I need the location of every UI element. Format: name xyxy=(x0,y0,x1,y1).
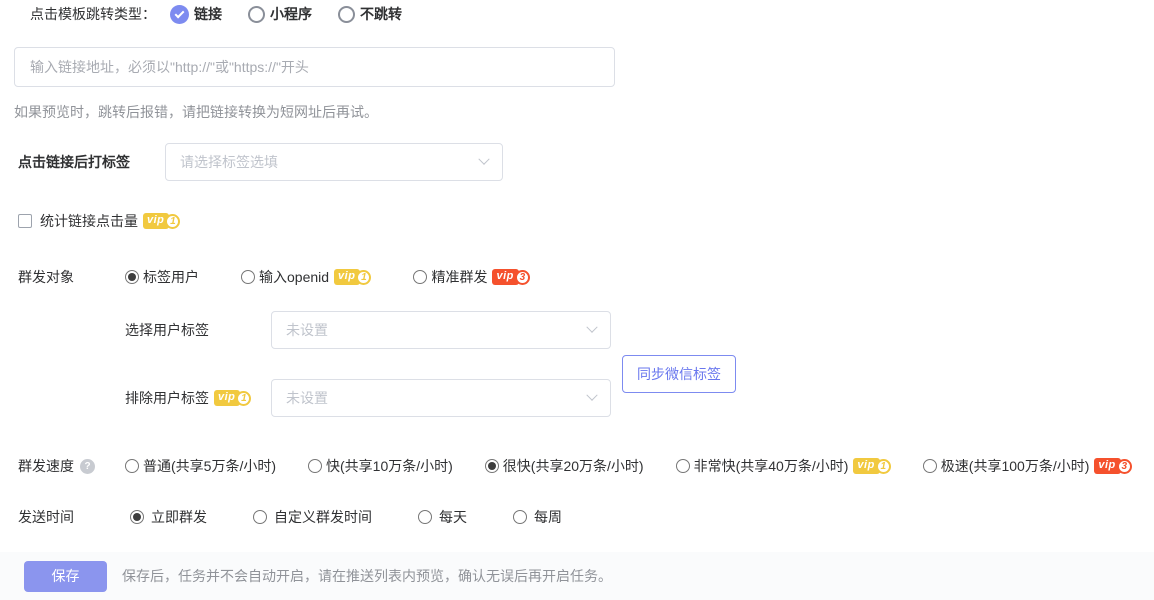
url-hint-text: 如果预览时，跳转后报错，请把链接转换为短网址后再试。 xyxy=(14,104,378,120)
time-option-custom[interactable]: 自定义群发时间 xyxy=(253,507,372,527)
chevron-down-icon xyxy=(478,153,490,165)
time-option-immediate[interactable]: 立即群发 xyxy=(130,507,207,527)
jump-type-option-miniprogram-label: 小程序 xyxy=(270,6,312,22)
radio-unchecked-icon xyxy=(338,5,355,23)
speed-option-super-fast[interactable]: 非常快(共享40万条/小时) vip 1 xyxy=(675,456,891,476)
audience-option-openid[interactable]: 输入openid vip 1 xyxy=(241,267,372,287)
time-option-daily[interactable]: 每天 xyxy=(418,507,467,527)
time-option-custom-label: 自定义群发时间 xyxy=(274,509,372,525)
speed-option-extreme[interactable]: 极速(共享100万条/小时) vip 3 xyxy=(922,456,1132,476)
audience-option-precise[interactable]: 精准群发 vip 3 xyxy=(413,267,530,287)
vip1-badge: vip 1 xyxy=(143,213,181,229)
speed-option-extreme-label: 极速(共享100万条/小时) xyxy=(940,458,1090,474)
audience-option-tag-users[interactable]: 标签用户 xyxy=(125,267,199,287)
jump-type-row: 点击模板跳转类型： 链接 小程序 不跳转 xyxy=(0,0,1154,24)
send-time-label: 发送时间 xyxy=(18,509,74,525)
footer-bar: 保存 保存后，任务并不会自动开启，请在推送列表内预览，确认无误后再开启任务。 xyxy=(0,552,1154,600)
select-user-tag-row: 选择用户标签 未设置 xyxy=(0,311,1154,349)
time-option-daily-label: 每天 xyxy=(439,509,467,525)
audience-option-tag-users-label: 标签用户 xyxy=(143,269,199,285)
send-time-row: 发送时间 立即群发 自定义群发时间 每天 每周 xyxy=(0,507,1154,527)
audience-label: 群发对象 xyxy=(18,269,74,285)
speed-option-super-fast-label: 非常快(共享40万条/小时) xyxy=(693,458,849,474)
time-option-weekly[interactable]: 每周 xyxy=(513,507,562,527)
tag-after-click-select[interactable]: 请选择标签选填 xyxy=(165,143,503,181)
save-button[interactable]: 保存 xyxy=(24,560,107,592)
audience-option-precise-label: 精准群发 xyxy=(431,269,488,285)
exclude-user-tag-select[interactable]: 未设置 xyxy=(271,379,611,417)
radio-unchecked-icon xyxy=(513,510,527,524)
vip1-badge: vip 1 xyxy=(214,390,252,406)
select-user-tag-placeholder: 未设置 xyxy=(286,322,328,338)
tag-after-click-label: 点击链接后打标签 xyxy=(18,154,130,170)
time-option-immediate-label: 立即群发 xyxy=(151,509,207,525)
speed-option-very-fast-label: 很快(共享20万条/小时) xyxy=(502,458,644,474)
radio-unchecked-icon xyxy=(253,510,267,524)
send-speed-row: 群发速度 ? 普通(共享5万条/小时) 快(共享10万条/小时) 很快(共享20… xyxy=(0,456,1154,476)
radio-unchecked-icon xyxy=(418,510,432,524)
audience-row: 群发对象 标签用户 输入openid vip 1 精准群发 vip 3 xyxy=(0,267,1154,287)
chevron-down-icon xyxy=(586,321,598,333)
jump-type-option-link[interactable]: 链接 xyxy=(170,4,222,24)
exclude-user-tag-placeholder: 未设置 xyxy=(286,390,328,406)
send-speed-label: 群发速度 ? xyxy=(18,456,125,476)
radio-unchecked-icon xyxy=(241,270,255,284)
vip1-badge: vip 1 xyxy=(853,458,891,474)
speed-option-normal[interactable]: 普通(共享5万条/小时) xyxy=(125,456,276,476)
radio-checked-icon xyxy=(170,4,189,24)
radio-unchecked-icon xyxy=(248,5,265,23)
mass-send-config-form: 点击模板跳转类型： 链接 小程序 不跳转 如果预览时，跳转后报错，请把链接转换为… xyxy=(0,0,1154,600)
exclude-user-tag-row: 排除用户标签 vip 1 未设置 xyxy=(0,379,1154,417)
speed-option-fast-label: 快(共享10万条/小时) xyxy=(326,458,453,474)
select-user-tag-label: 选择用户标签 xyxy=(125,322,209,338)
jump-type-label: 点击模板跳转类型： xyxy=(30,6,156,22)
jump-type-option-link-label: 链接 xyxy=(194,6,222,22)
vip3-badge: vip 3 xyxy=(492,269,530,285)
radio-unchecked-icon xyxy=(413,270,428,284)
link-url-input[interactable] xyxy=(14,47,615,87)
radio-unchecked-icon xyxy=(675,459,690,473)
speed-option-fast[interactable]: 快(共享10万条/小时) xyxy=(308,456,453,476)
radio-unchecked-icon xyxy=(922,459,937,473)
vip3-badge: vip 3 xyxy=(1094,458,1132,474)
radio-checked-icon xyxy=(484,459,499,473)
radio-checked-icon xyxy=(130,510,144,524)
tag-after-click-placeholder: 请选择标签选填 xyxy=(180,154,278,170)
save-note-text: 保存后，任务并不会自动开启，请在推送列表内预览，确认无误后再开启任务。 xyxy=(122,568,612,584)
sync-wechat-tags-button[interactable]: 同步微信标签 xyxy=(622,355,736,393)
jump-type-option-nojump[interactable]: 不跳转 xyxy=(338,4,402,24)
audience-option-openid-label: 输入openid xyxy=(259,269,330,285)
jump-type-option-miniprogram[interactable]: 小程序 xyxy=(248,4,312,24)
exclude-user-tag-label-text: 排除用户标签 xyxy=(125,390,209,406)
help-icon[interactable]: ? xyxy=(80,458,95,474)
select-user-tag-select[interactable]: 未设置 xyxy=(271,311,611,349)
track-clicks-label: 统计链接点击量 xyxy=(40,213,138,229)
radio-unchecked-icon xyxy=(308,459,322,473)
exclude-user-tag-label: 排除用户标签 vip 1 xyxy=(125,388,271,408)
send-speed-label-text: 群发速度 xyxy=(18,458,74,474)
radio-unchecked-icon xyxy=(125,459,139,473)
time-option-weekly-label: 每周 xyxy=(534,509,562,525)
jump-type-option-nojump-label: 不跳转 xyxy=(360,6,402,22)
track-clicks-checkbox[interactable] xyxy=(18,214,32,228)
chevron-down-icon xyxy=(586,389,598,401)
speed-option-normal-label: 普通(共享5万条/小时) xyxy=(143,458,276,474)
vip1-badge: vip 1 xyxy=(334,269,372,285)
tag-after-click-row: 点击链接后打标签 请选择标签选填 xyxy=(0,143,1154,181)
speed-option-very-fast[interactable]: 很快(共享20万条/小时) xyxy=(484,456,644,476)
radio-checked-icon xyxy=(125,270,139,284)
track-clicks-row[interactable]: 统计链接点击量 vip 1 xyxy=(0,211,1154,231)
